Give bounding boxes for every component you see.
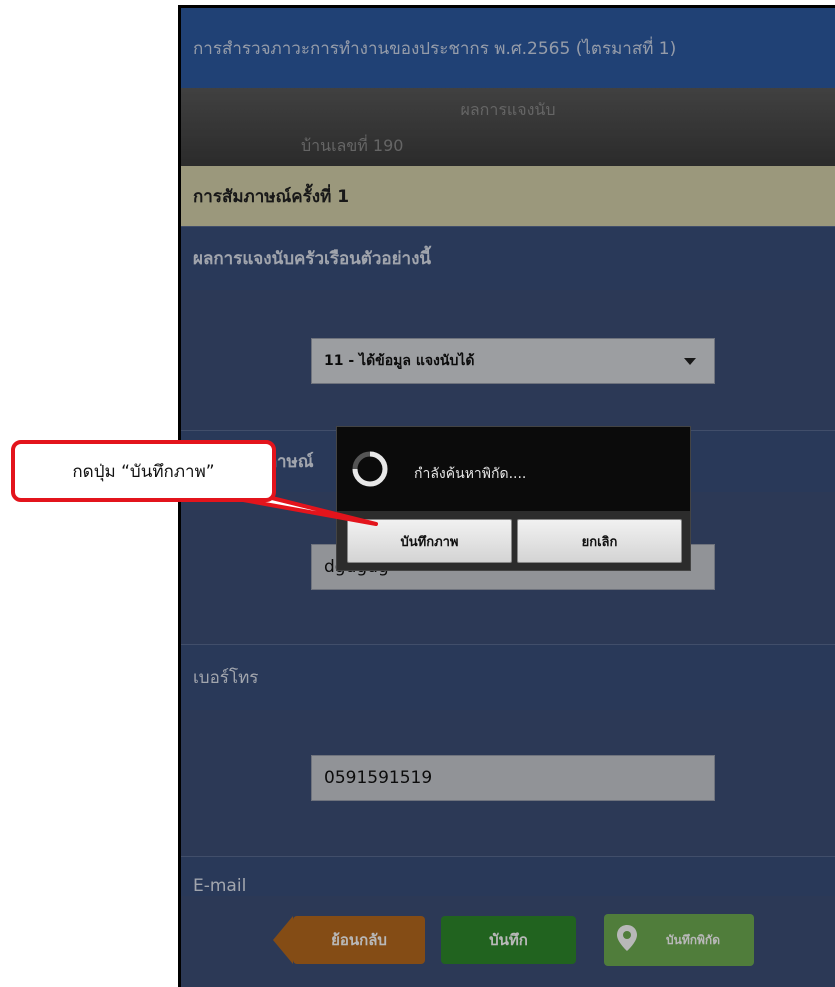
instruction-callout: กดปุ่ม “บันทึกภาพ”	[11, 440, 276, 502]
callout-text: กดปุ่ม “บันทึกภาพ”	[72, 461, 215, 482]
